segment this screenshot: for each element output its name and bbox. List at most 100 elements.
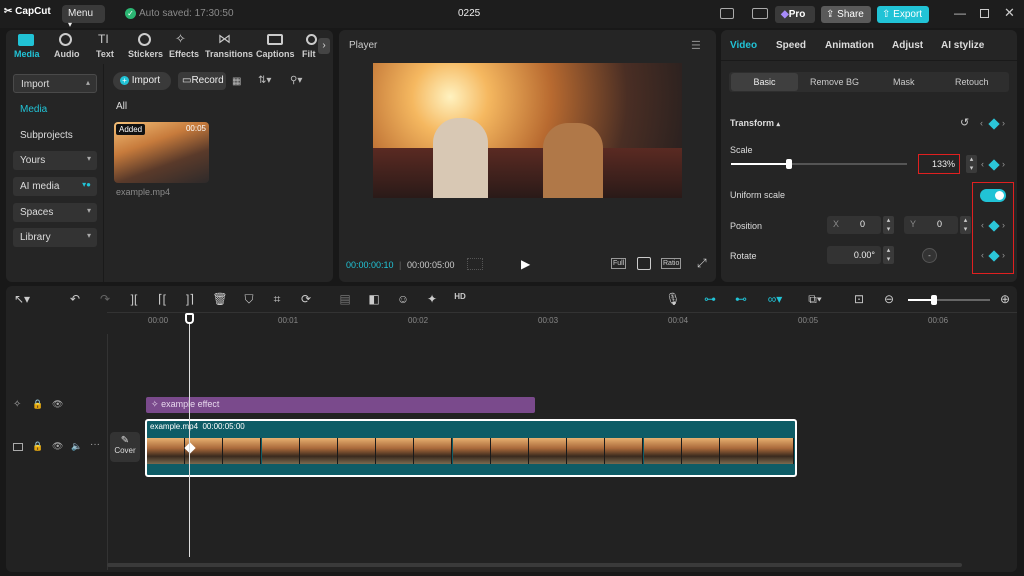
tabs-scroll-right-icon[interactable]: › xyxy=(318,38,330,54)
media-thumbnail[interactable]: Added 00:05 xyxy=(114,122,209,183)
captions-icon[interactable] xyxy=(267,34,283,45)
media-icon[interactable] xyxy=(18,34,34,46)
tab-audio[interactable]: Audio xyxy=(54,49,80,59)
rotate-stepper[interactable]: ▴ ▾ xyxy=(883,246,894,264)
next-keyframe-icon[interactable]: › xyxy=(1002,250,1005,260)
subtab-mask[interactable]: Mask xyxy=(893,77,915,87)
tab-video[interactable]: Video xyxy=(730,40,757,51)
lock-icon[interactable]: 🔒 xyxy=(32,441,43,452)
filter-icon[interactable]: ⚲▾ xyxy=(290,75,302,86)
sidebar-item-ai-media[interactable]: AI media ▾● xyxy=(13,177,97,196)
pro-button[interactable]: ◆Pro xyxy=(775,6,815,23)
share-button[interactable]: ⇪ Share xyxy=(821,6,871,23)
trim-right-icon[interactable]: ]⌉ xyxy=(182,292,198,306)
close-icon[interactable]: ✕ xyxy=(1004,5,1015,21)
zoom-out-icon[interactable]: ⊖ xyxy=(881,292,897,306)
prev-keyframe-icon[interactable]: ‹ xyxy=(981,220,984,230)
scale-value-input[interactable]: 133% xyxy=(918,154,960,174)
audio-icon[interactable] xyxy=(59,33,72,46)
auto-reframe-icon[interactable]: ⟳ xyxy=(298,292,314,306)
next-keyframe-icon[interactable]: › xyxy=(1002,220,1005,230)
delete-icon[interactable]: 🗑 xyxy=(212,292,228,306)
marker-icon[interactable]: ⛉ xyxy=(241,292,257,307)
zoom-slider-thumb[interactable] xyxy=(931,295,937,305)
expand-icon[interactable]: ⤢ xyxy=(697,256,707,271)
tab-transitions[interactable]: Transitions xyxy=(205,49,253,59)
prev-keyframe-icon[interactable]: ‹ xyxy=(980,118,983,128)
link-icon[interactable]: ∞▾ xyxy=(762,292,788,306)
sidebar-item-spaces[interactable]: Spaces ▾ xyxy=(13,203,97,222)
sidebar-item-yours[interactable]: Yours ▾ xyxy=(13,151,97,170)
transitions-icon[interactable]: ⋈ xyxy=(218,31,231,47)
position-y-stepper[interactable]: ▴ ▾ xyxy=(960,216,971,234)
subtab-remove-bg[interactable]: Remove BG xyxy=(810,77,859,87)
remove-bg-icon[interactable]: ☺ xyxy=(395,292,411,306)
rotate-value-input[interactable]: 0.00° xyxy=(827,246,881,264)
split-icon[interactable]: ][ xyxy=(126,292,142,306)
crop-icon[interactable]: ⌗ xyxy=(269,292,285,307)
maximize-icon[interactable] xyxy=(980,9,989,18)
trim-left-icon[interactable]: ⌈[ xyxy=(154,292,170,306)
fullscreen-button[interactable]: Full xyxy=(611,258,627,269)
tab-media[interactable]: Media xyxy=(14,49,40,59)
magic-wand-icon[interactable]: ✦ xyxy=(424,292,440,306)
freeze-icon[interactable]: ▤ xyxy=(337,292,353,306)
record-button[interactable]: ▭Record xyxy=(178,72,226,90)
minimize-icon[interactable]: — xyxy=(954,6,966,20)
tab-ai-stylize[interactable]: AI stylize xyxy=(941,40,984,51)
sidebar-item-media[interactable]: Media xyxy=(20,104,47,115)
text-icon[interactable]: TI xyxy=(98,32,109,46)
select-cursor-icon[interactable]: ↖▾ xyxy=(14,292,30,306)
redo-icon[interactable]: ↷ xyxy=(97,292,113,306)
uniform-scale-toggle[interactable] xyxy=(980,189,1006,202)
subtab-retouch[interactable]: Retouch xyxy=(955,77,989,87)
position-x-field[interactable]: X0 xyxy=(827,216,881,234)
sidebar-item-library[interactable]: Library ▾ xyxy=(13,228,97,247)
eye-icon[interactable]: 👁 xyxy=(52,441,63,452)
speaker-icon[interactable]: 🔈 xyxy=(71,441,82,452)
next-keyframe-icon[interactable]: › xyxy=(1002,118,1005,128)
auto-snap-icon[interactable]: ⊷ xyxy=(733,292,749,306)
grid-view-icon[interactable]: ▦ xyxy=(232,76,241,87)
playhead-handle[interactable] xyxy=(185,313,194,324)
screenshot-icon[interactable] xyxy=(637,257,651,270)
subtab-basic[interactable]: Basic xyxy=(731,73,798,91)
main-track-magnet-icon[interactable]: ⊶ xyxy=(702,292,718,306)
tab-effects[interactable]: Effects xyxy=(169,49,199,59)
tab-adjust[interactable]: Adjust xyxy=(892,40,923,51)
effects-star-icon[interactable]: ✧ xyxy=(175,31,186,47)
effect-clip[interactable]: ✧ example effect xyxy=(146,397,535,413)
tab-text[interactable]: Text xyxy=(96,49,114,59)
next-keyframe-icon[interactable]: › xyxy=(1002,159,1005,169)
reset-icon[interactable]: ↺ xyxy=(960,116,969,129)
prev-keyframe-icon[interactable]: ‹ xyxy=(981,250,984,260)
tab-animation[interactable]: Animation xyxy=(825,40,874,51)
filters-icon[interactable] xyxy=(306,34,317,45)
sidebar-item-subprojects[interactable]: Subprojects xyxy=(20,130,73,141)
zoom-in-icon[interactable]: ⊕ xyxy=(997,292,1013,306)
shortcut-keyboard-icon[interactable] xyxy=(752,8,768,19)
scale-slider-thumb[interactable] xyxy=(786,159,792,169)
tab-speed[interactable]: Speed xyxy=(776,40,806,51)
fit-timeline-icon[interactable]: ⊡ xyxy=(851,292,867,306)
timeline-scrollbar[interactable] xyxy=(107,563,962,567)
filter-all-label[interactable]: All xyxy=(116,101,127,112)
sort-icon[interactable]: ⇅▾ xyxy=(258,75,271,86)
preview-axis-icon[interactable]: ⧉▾ xyxy=(802,292,828,307)
tab-filters[interactable]: Filt xyxy=(302,49,318,59)
transform-section[interactable]: Transform ▴ xyxy=(730,118,780,128)
sticker-icon[interactable] xyxy=(138,33,151,46)
scale-stepper[interactable]: ▴ ▾ xyxy=(966,155,977,173)
position-x-stepper[interactable]: ▴ ▾ xyxy=(883,216,894,234)
cover-button[interactable]: ✎ Cover xyxy=(110,432,140,462)
prev-keyframe-icon[interactable]: ‹ xyxy=(981,159,984,169)
playhead-line[interactable] xyxy=(189,322,190,557)
eye-icon[interactable]: 👁 xyxy=(52,399,63,410)
export-button[interactable]: ⇧ Export xyxy=(877,6,929,23)
sidebar-item-import[interactable]: Import ▴ xyxy=(13,74,97,93)
hd-icon[interactable]: HD xyxy=(452,292,468,301)
more-icon[interactable]: ··· xyxy=(90,439,100,450)
position-y-field[interactable]: Y0 xyxy=(904,216,958,234)
import-button[interactable]: + Import xyxy=(113,72,171,90)
menu-button[interactable]: Menu ▾ xyxy=(62,5,105,29)
